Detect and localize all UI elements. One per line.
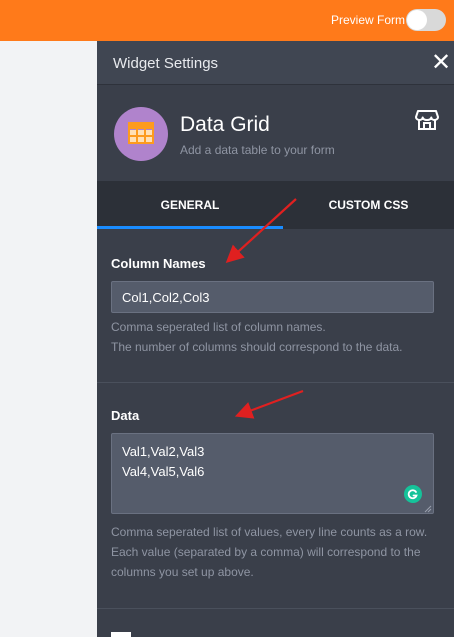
help-line: Comma seperated list of column names.: [111, 320, 326, 334]
column-names-help: Comma seperated list of column names. Th…: [111, 317, 441, 357]
help-line: The number of columns should correspond …: [111, 340, 403, 354]
widget-description: Add a data table to your form: [180, 143, 335, 157]
column-names-label: Column Names: [111, 256, 206, 271]
column-names-input[interactable]: [111, 281, 434, 313]
help-line: Each value (separated by a comma) will c…: [111, 545, 421, 559]
help-line: Comma seperated list of values, every li…: [111, 525, 428, 539]
data-label: Data: [111, 408, 140, 423]
preview-form-toggle[interactable]: [406, 9, 446, 31]
panel-header: Widget Settings ✕: [97, 41, 454, 85]
top-bar: Preview Form: [0, 0, 454, 41]
data-textarea[interactable]: Val1,Val2,Val3 Val4,Val5,Val6: [111, 433, 434, 514]
next-field-label-partial: [111, 632, 131, 637]
help-line: columns you set up above.: [111, 565, 254, 579]
widget-info: Data Grid Add a data table to your form: [97, 85, 454, 181]
widget-name: Data Grid: [180, 113, 270, 136]
tab-general[interactable]: GENERAL: [97, 181, 283, 229]
grid-table-icon: [114, 107, 168, 161]
next-section: [97, 610, 454, 637]
panel-title: Widget Settings: [113, 55, 219, 72]
widget-settings-panel: Widget Settings ✕ Data Grid Add a data t…: [97, 41, 454, 637]
settings-tabs: GENERAL CUSTOM CSS: [97, 181, 454, 229]
tab-custom-css[interactable]: CUSTOM CSS: [283, 181, 454, 229]
resize-handle-icon[interactable]: [424, 505, 432, 513]
form-canvas: [0, 41, 97, 637]
close-icon[interactable]: ✕: [430, 49, 452, 75]
column-names-section: Column Names Comma seperated list of col…: [97, 229, 454, 383]
data-help: Comma seperated list of values, every li…: [111, 522, 441, 582]
preview-form-label: Preview Form: [330, 13, 405, 27]
data-section: Data Val1,Val2,Val3 Val4,Val5,Val6 Comma…: [97, 384, 454, 609]
toggle-knob: [407, 10, 427, 30]
store-icon[interactable]: [414, 107, 440, 133]
grammarly-icon[interactable]: [404, 485, 422, 503]
